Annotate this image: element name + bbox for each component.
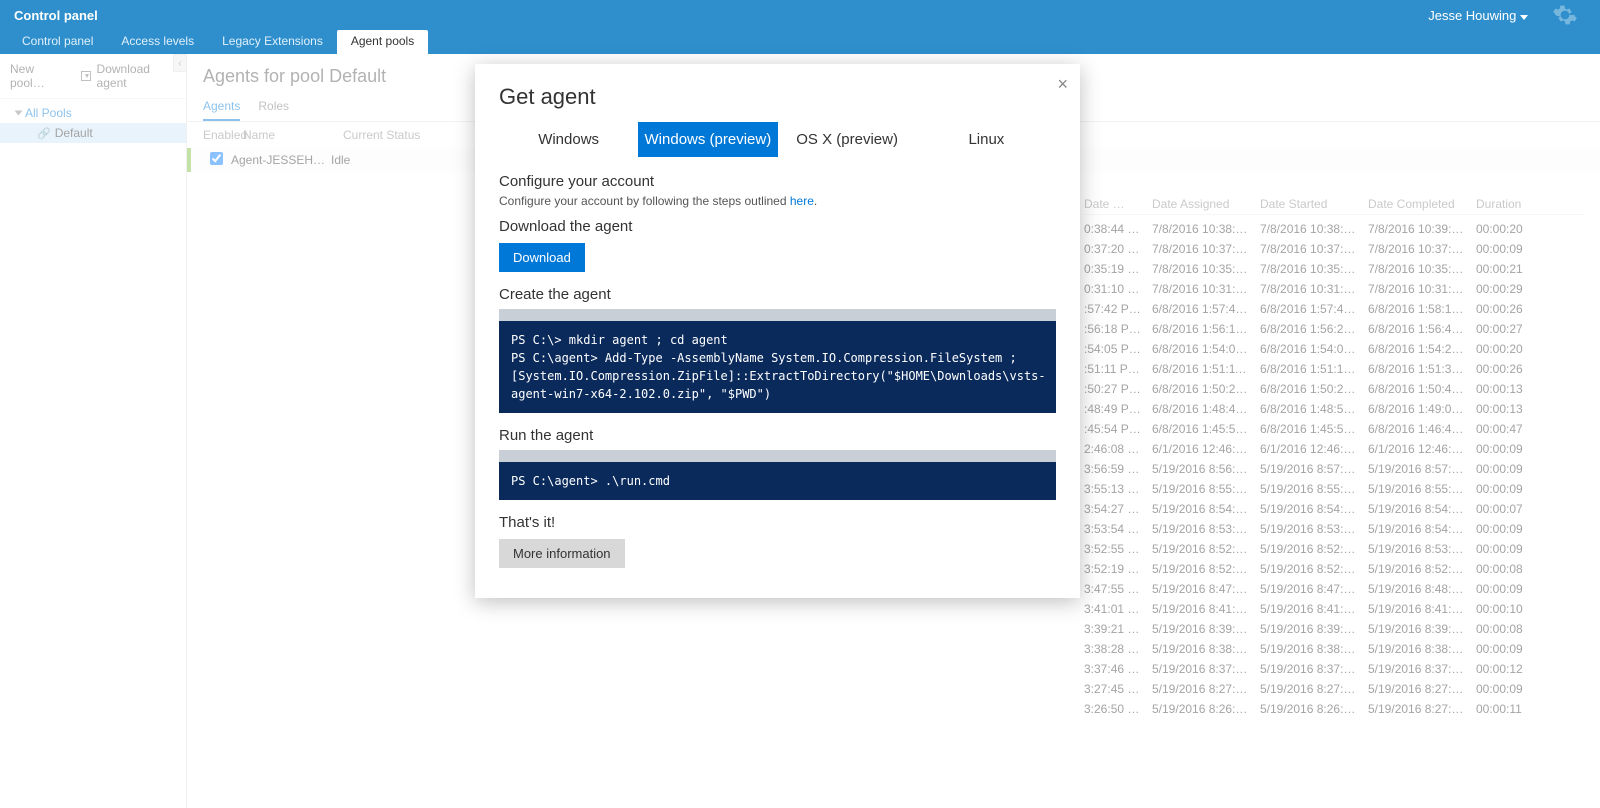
main-tab-bar: Control panelAccess levelsLegacy Extensi… [0, 30, 1600, 54]
run-agent-code[interactable]: PS C:\agent> .\run.cmd [499, 462, 1056, 500]
configure-title: Configure your account [499, 173, 1056, 190]
banner-title: Control panel [14, 8, 98, 23]
caret-down-icon [1520, 15, 1528, 20]
top-banner: Control panel Jesse Houwing [0, 0, 1600, 30]
main-tab-control-panel[interactable]: Control panel [8, 30, 107, 54]
more-information-button[interactable]: More information [499, 539, 625, 568]
run-title: Run the agent [499, 427, 1056, 444]
get-agent-modal: × Get agent WindowsWindows (preview)OS X… [475, 64, 1080, 598]
done-title: That's it! [499, 514, 1056, 531]
configure-here-link[interactable]: here [790, 194, 814, 208]
gear-icon[interactable] [1544, 2, 1586, 28]
os-tab-linux[interactable]: Linux [917, 122, 1056, 157]
create-title: Create the agent [499, 286, 1056, 303]
download-title: Download the agent [499, 218, 1056, 235]
user-menu[interactable]: Jesse Houwing [1428, 8, 1528, 23]
close-button[interactable]: × [1057, 74, 1068, 95]
main-tab-access-levels[interactable]: Access levels [107, 30, 208, 54]
download-button[interactable]: Download [499, 243, 585, 272]
configure-subtitle: Configure your account by following the … [499, 194, 1056, 208]
os-tab-windows[interactable]: Windows [499, 122, 638, 157]
modal-title: Get agent [499, 84, 1056, 110]
code-toolbar [499, 450, 1056, 462]
main-tab-agent-pools[interactable]: Agent pools [337, 30, 428, 54]
code-toolbar [499, 309, 1056, 321]
user-name: Jesse Houwing [1428, 8, 1516, 23]
main-tab-legacy-extensions[interactable]: Legacy Extensions [208, 30, 337, 54]
os-tab-bar: WindowsWindows (preview)OS X (preview)Li… [499, 122, 1056, 157]
os-tab-os-x-preview-[interactable]: OS X (preview) [778, 122, 917, 157]
os-tab-windows-preview-[interactable]: Windows (preview) [638, 122, 777, 157]
create-agent-code[interactable]: PS C:\> mkdir agent ; cd agent PS C:\age… [499, 321, 1056, 413]
